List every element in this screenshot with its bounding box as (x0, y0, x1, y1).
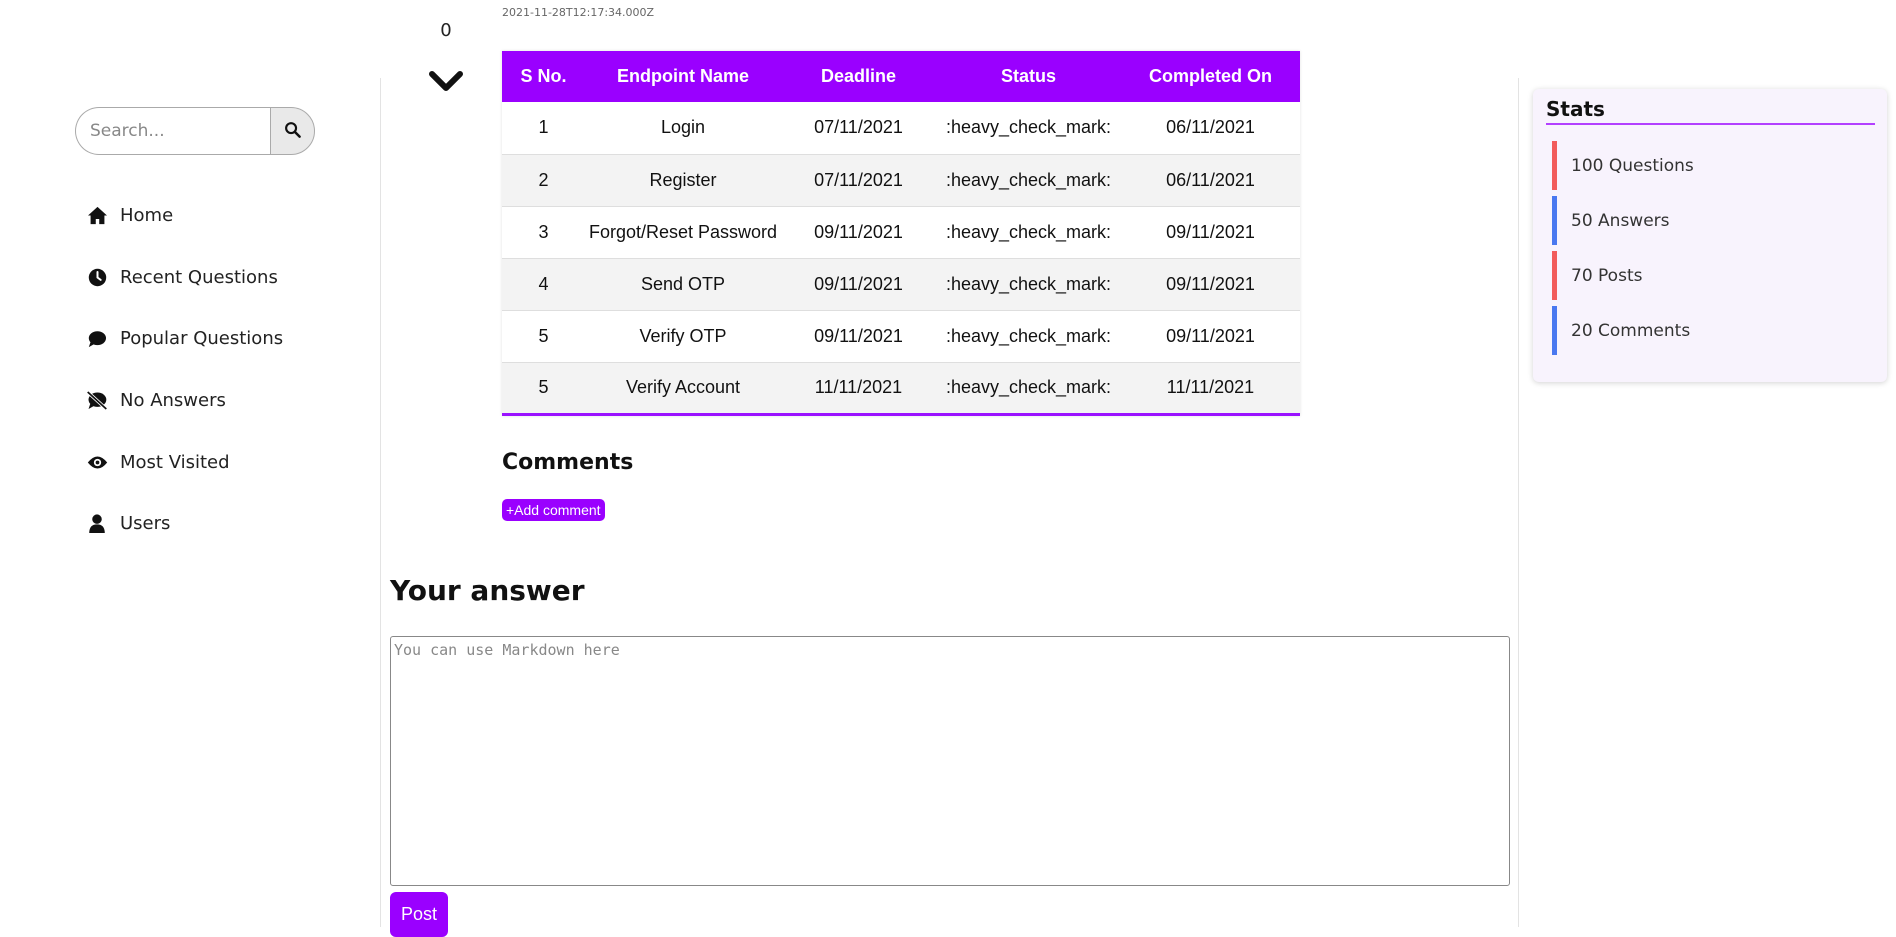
table-row: 4 Send OTP 09/11/2021 :heavy_check_mark:… (502, 258, 1300, 311)
post-timestamp: 2021-11-28T12:17:34.000Z (502, 6, 655, 19)
table-row: 1 Login 07/11/2021 :heavy_check_mark: 06… (502, 102, 1300, 155)
sidebar-item-most-visited[interactable]: Most Visited (86, 431, 283, 493)
cell-deadline: 07/11/2021 (781, 154, 936, 207)
eye-icon (86, 451, 108, 473)
column-header-completed-on: Completed On (1148, 66, 1272, 86)
endpoints-table: S No. Endpoint Name Deadline Status Comp… (502, 51, 1300, 416)
cell-deadline: 09/11/2021 (781, 258, 936, 311)
column-header-endpoint-name: Endpoint Name (616, 66, 749, 86)
cell-completed-on: 09/11/2021 (1121, 310, 1300, 363)
cell-deadline: 09/11/2021 (781, 206, 936, 259)
cell-sno: 1 (502, 102, 585, 155)
add-comment-button[interactable]: +Add comment (502, 499, 605, 521)
stats-list: 100 Questions 50 Answers 70 Posts 20 Com… (1552, 141, 1694, 361)
comment-slash-icon (86, 390, 108, 412)
cell-status: :heavy_check_mark: (936, 206, 1121, 259)
sidebar-item-label: Recent Questions (120, 266, 278, 288)
cell-completed-on: 09/11/2021 (1121, 258, 1300, 311)
cell-endpoint-name: Forgot/Reset Password (585, 206, 781, 259)
cell-sno: 2 (502, 154, 585, 207)
cell-endpoint-name: Send OTP (585, 258, 781, 311)
cell-sno: 5 (502, 310, 585, 363)
sidebar-item-recent-questions[interactable]: Recent Questions (86, 247, 283, 309)
search-button[interactable] (270, 107, 315, 155)
cell-sno: 5 (502, 362, 585, 415)
column-header-status: Status (1000, 66, 1056, 86)
cell-sno: 4 (502, 258, 585, 311)
stats-title: Stats (1546, 97, 1875, 125)
stat-answers: 50 Answers (1552, 196, 1694, 245)
sidebar-item-users[interactable]: Users (86, 493, 283, 555)
cell-status: :heavy_check_mark: (936, 258, 1121, 311)
comment-icon (86, 328, 108, 350)
sidebar-item-label: No Answers (120, 390, 226, 412)
home-icon (86, 205, 108, 227)
stat-posts: 70 Posts (1552, 251, 1694, 300)
search-icon (284, 121, 301, 142)
sidebar-item-popular-questions[interactable]: Popular Questions (86, 308, 283, 370)
cell-endpoint-name: Register (585, 154, 781, 207)
search-input[interactable] (75, 107, 270, 155)
cell-completed-on: 06/11/2021 (1121, 102, 1300, 155)
table-row: 5 Verify Account 11/11/2021 :heavy_check… (502, 362, 1300, 415)
vote-count: 0 (440, 20, 452, 41)
left-sidebar: Home Recent Questions Popular Questions … (0, 0, 380, 927)
cell-completed-on: 11/11/2021 (1121, 362, 1300, 415)
table-row: 2 Register 07/11/2021 :heavy_check_mark:… (502, 154, 1300, 207)
chevron-down-icon (428, 71, 464, 98)
search-bar (75, 107, 315, 155)
cell-status: :heavy_check_mark: (936, 310, 1121, 363)
stats-panel: Stats 100 Questions 50 Answers 70 Posts … (1533, 89, 1887, 382)
cell-status: :heavy_check_mark: (936, 102, 1121, 155)
sidebar-item-label: Popular Questions (120, 328, 284, 350)
cell-sno: 3 (502, 206, 585, 259)
cell-completed-on: 09/11/2021 (1121, 206, 1300, 259)
cell-deadline: 09/11/2021 (781, 310, 936, 363)
sidebar-item-home[interactable]: Home (86, 185, 283, 247)
post-answer-button[interactable]: Post (390, 892, 448, 937)
cell-endpoint-name: Login (585, 102, 781, 155)
user-icon (86, 513, 108, 535)
sidebar-item-no-answers[interactable]: No Answers (86, 370, 283, 432)
cell-deadline: 11/11/2021 (781, 362, 936, 415)
sidebar-nav: Home Recent Questions Popular Questions … (86, 185, 283, 555)
table-row: 3 Forgot/Reset Password 09/11/2021 :heav… (502, 206, 1300, 259)
cell-completed-on: 06/11/2021 (1121, 154, 1300, 207)
cell-endpoint-name: Verify Account (585, 362, 781, 415)
comments-heading: Comments (502, 450, 634, 475)
cell-deadline: 07/11/2021 (781, 102, 936, 155)
cell-status: :heavy_check_mark: (936, 362, 1121, 415)
table-header-row: S No. Endpoint Name Deadline Status Comp… (502, 51, 1300, 102)
downvote-button[interactable] (428, 68, 464, 98)
column-header-sno: S No. (520, 66, 567, 86)
sidebar-item-label: Most Visited (120, 451, 230, 473)
left-divider (380, 78, 381, 927)
right-divider (1518, 78, 1519, 927)
answer-textarea[interactable] (390, 636, 1510, 886)
stat-comments: 20 Comments (1552, 306, 1694, 355)
cell-endpoint-name: Verify OTP (585, 310, 781, 363)
clock-icon (86, 266, 108, 288)
stat-questions: 100 Questions (1552, 141, 1694, 190)
sidebar-item-label: Home (120, 205, 174, 227)
column-header-deadline: Deadline (820, 66, 897, 86)
cell-status: :heavy_check_mark: (936, 154, 1121, 207)
your-answer-heading: Your answer (390, 574, 585, 607)
sidebar-item-label: Users (120, 513, 171, 535)
table-row: 5 Verify OTP 09/11/2021 :heavy_check_mar… (502, 310, 1300, 363)
